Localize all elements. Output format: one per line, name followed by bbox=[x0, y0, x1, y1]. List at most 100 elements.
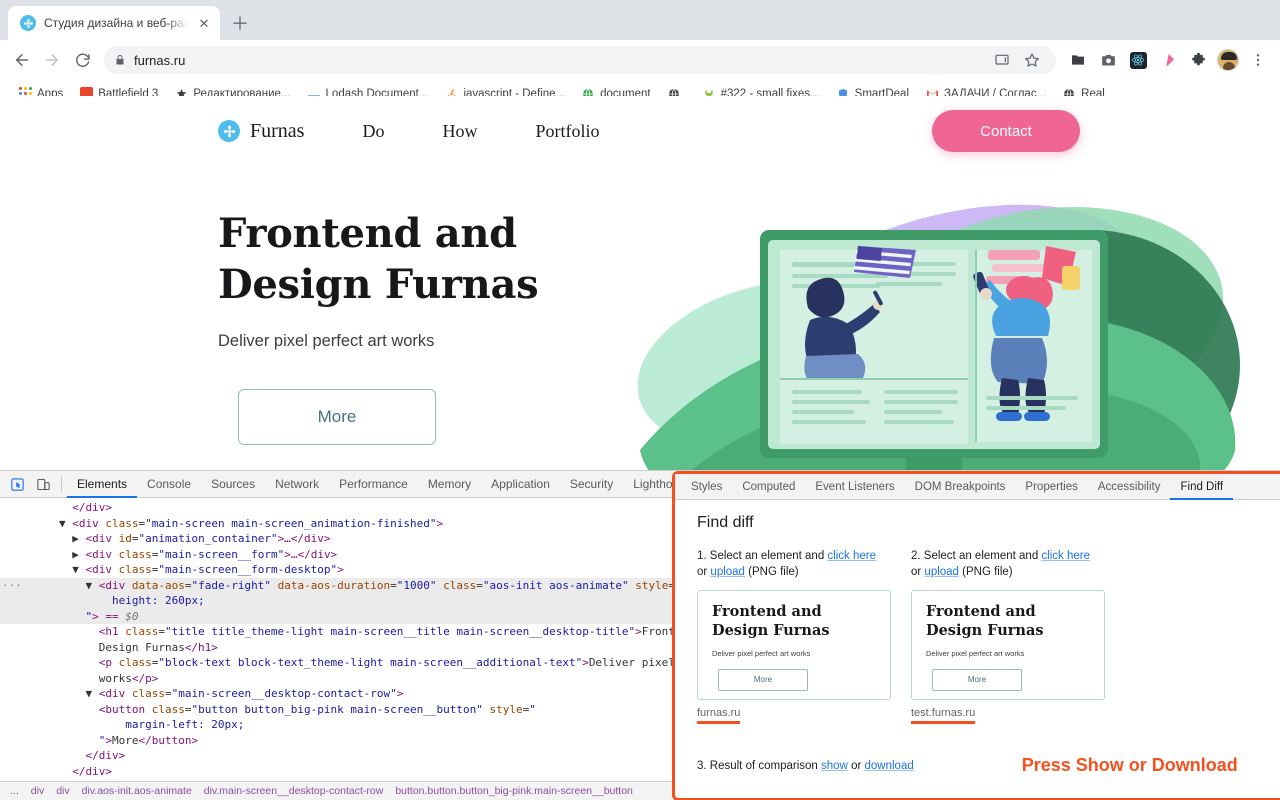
furnas-logo-icon bbox=[20, 15, 36, 31]
breadcrumb-item[interactable]: div.main-screen__desktop-contact-row bbox=[198, 785, 390, 797]
dom-token: $0 bbox=[125, 609, 139, 623]
breadcrumb-item[interactable]: div bbox=[25, 785, 50, 797]
tab-strip: Студия дизайна и веб-разраб ✕ ＋ bbox=[0, 0, 1280, 40]
tab-security[interactable]: Security bbox=[560, 471, 623, 498]
dom-token: "block-text block-text_theme-light main-… bbox=[158, 656, 583, 669]
dom-indent bbox=[6, 718, 125, 731]
breadcrumb-item[interactable]: div.aos-init.aos-animate bbox=[76, 785, 198, 797]
dom-tree-line[interactable]: </div> bbox=[0, 764, 672, 780]
breadcrumb-item[interactable]: button.button.button_big-pink.main-scree… bbox=[389, 785, 639, 797]
dom-tree-line[interactable]: ">More</button> bbox=[0, 733, 672, 749]
find-diff-panel: Styles Computed Event Listeners DOM Brea… bbox=[672, 471, 1280, 800]
dom-token: ▼ bbox=[72, 563, 86, 576]
puzzle-extensions-icon[interactable] bbox=[1184, 46, 1212, 74]
new-tab-button[interactable]: ＋ bbox=[226, 9, 254, 37]
diff-preview-card-2[interactable]: Frontend and Design Furnas Deliver pixel… bbox=[911, 590, 1105, 700]
dom-token: ▼ bbox=[58, 516, 73, 530]
dom-token: Design Furnas bbox=[98, 640, 185, 654]
dom-tree-line[interactable]: Design Furnas</h1> bbox=[0, 640, 672, 656]
three-dots-menu-icon[interactable] bbox=[1244, 46, 1272, 74]
diff-preview-card-1[interactable]: Frontend and Design Furnas Deliver pixel… bbox=[697, 590, 891, 700]
dom-tree-line[interactable]: ··· ▼ <div data-aos = "fade-right" data-ao… bbox=[0, 577, 672, 593]
download-link[interactable]: download bbox=[865, 760, 914, 772]
more-button[interactable]: More bbox=[238, 389, 436, 446]
dom-token: <div bbox=[98, 687, 132, 700]
star-icon[interactable] bbox=[1018, 46, 1046, 74]
tab-dom-breakpoints[interactable]: DOM Breakpoints bbox=[905, 474, 1016, 500]
find-diff-title: Find diff bbox=[697, 514, 754, 531]
upload-link-2[interactable]: upload bbox=[924, 566, 959, 578]
tab-memory[interactable]: Memory bbox=[418, 471, 481, 498]
dom-tree-line[interactable]: height: 260px; bbox=[0, 593, 672, 609]
tab-network[interactable]: Network bbox=[265, 471, 329, 498]
dom-token: works bbox=[98, 671, 132, 685]
dom-tree-line[interactable]: ▼ <div class="main-screen__form-desktop"… bbox=[0, 562, 672, 578]
dom-token: </h1> bbox=[184, 640, 218, 654]
tab-elements[interactable]: Elements bbox=[67, 471, 137, 498]
react-devtools-extension-icon[interactable] bbox=[1124, 46, 1152, 74]
tab-accessibility[interactable]: Accessibility bbox=[1088, 474, 1171, 500]
dom-indent bbox=[6, 517, 59, 530]
tab-performance[interactable]: Performance bbox=[329, 471, 418, 498]
upload-link-1[interactable]: upload bbox=[710, 566, 745, 578]
dom-tree-line[interactable]: <h1 class="title title_theme-light main-… bbox=[0, 624, 672, 640]
dom-token: class bbox=[131, 687, 165, 700]
camera-extension-icon[interactable] bbox=[1094, 46, 1122, 74]
folder-extension-icon[interactable] bbox=[1064, 46, 1092, 74]
tab-sources[interactable]: Sources bbox=[201, 471, 265, 498]
breadcrumb-item[interactable]: div bbox=[50, 785, 75, 797]
nav-link-do[interactable]: Do bbox=[362, 121, 384, 142]
dom-tree-line[interactable]: works</p> bbox=[0, 671, 672, 687]
tab-application[interactable]: Application bbox=[481, 471, 560, 498]
tab-computed[interactable]: Computed bbox=[732, 474, 805, 500]
tab-properties[interactable]: Properties bbox=[1015, 474, 1087, 500]
press-show-or-download-notice: Press Show or Download bbox=[1021, 755, 1238, 775]
tab-console[interactable]: Console bbox=[137, 471, 201, 498]
site-logo[interactable]: Furnas bbox=[218, 120, 304, 143]
dom-tree-line[interactable]: </div> bbox=[0, 500, 672, 516]
dom-token: = bbox=[476, 578, 483, 592]
dom-tree-line[interactable]: margin-left: 20px; bbox=[0, 717, 672, 733]
tab-styles[interactable]: Styles bbox=[681, 474, 732, 500]
tab-find-diff[interactable]: Find Diff bbox=[1170, 474, 1233, 500]
colorzilla-extension-icon[interactable] bbox=[1154, 46, 1182, 74]
dom-tree-line[interactable]: "> == $0 bbox=[0, 608, 672, 624]
nav-link-how[interactable]: How bbox=[442, 121, 477, 142]
arrow-left-icon[interactable] bbox=[8, 46, 36, 74]
dom-tree-line[interactable]: ▶ <div id="animation_container">…</div> bbox=[0, 531, 672, 547]
cast-icon[interactable] bbox=[988, 46, 1016, 74]
click-here-link-2[interactable]: click here bbox=[1041, 550, 1090, 562]
browser-tab[interactable]: Студия дизайна и веб-разраб ✕ bbox=[8, 6, 220, 40]
dom-token: </p> bbox=[131, 671, 159, 685]
preview-title-1: Frontend and Design Furnas bbox=[712, 603, 830, 639]
dom-tree[interactable]: </div> ▼ <div class="main-screen main-sc… bbox=[0, 498, 672, 800]
dom-token: data-aos-duration bbox=[270, 578, 391, 592]
dom-tree-line[interactable]: <button class="button button_big-pink ma… bbox=[0, 702, 672, 718]
dom-tree-line[interactable]: ▼ <div class="main-screen main-screen_an… bbox=[0, 516, 672, 532]
close-icon[interactable]: ✕ bbox=[196, 15, 212, 31]
dom-token: = bbox=[158, 625, 165, 638]
dom-tree-line[interactable]: ▼ <div class="main-screen__desktop-conta… bbox=[0, 686, 672, 702]
dom-tree-line[interactable]: </div> bbox=[0, 748, 672, 764]
step3-prefix: 3. Result of comparison bbox=[697, 759, 822, 772]
tab-event-listeners[interactable]: Event Listeners bbox=[805, 474, 904, 500]
contact-button[interactable]: Contact bbox=[932, 110, 1080, 152]
inspect-element-icon[interactable] bbox=[4, 472, 30, 496]
breadcrumb-item[interactable]: ... bbox=[4, 785, 25, 797]
dom-token: style bbox=[628, 578, 669, 592]
preview-more-button-1: More bbox=[718, 668, 808, 691]
reload-icon[interactable] bbox=[68, 46, 96, 74]
dom-tree-line[interactable]: <p class="block-text block-text_theme-li… bbox=[0, 655, 672, 671]
click-here-link-1[interactable]: click here bbox=[827, 550, 876, 562]
dom-tree-line[interactable]: ▶ <div class="main-screen__form">…</div> bbox=[0, 547, 672, 563]
address-bar[interactable]: furnas.ru bbox=[104, 46, 1056, 74]
dom-token: More bbox=[111, 733, 139, 747]
preview-subtitle-2: Deliver pixel perfect art works bbox=[926, 648, 1025, 658]
address-bar-url: furnas.ru bbox=[134, 52, 186, 68]
avatar[interactable] bbox=[1214, 46, 1242, 74]
dom-token: = bbox=[390, 578, 397, 592]
nav-link-portfolio[interactable]: Portfolio bbox=[535, 121, 599, 142]
show-link[interactable]: show bbox=[821, 760, 848, 772]
device-toolbar-icon[interactable] bbox=[30, 472, 56, 496]
dom-token: "main-screen__form-desktop" bbox=[158, 563, 338, 576]
